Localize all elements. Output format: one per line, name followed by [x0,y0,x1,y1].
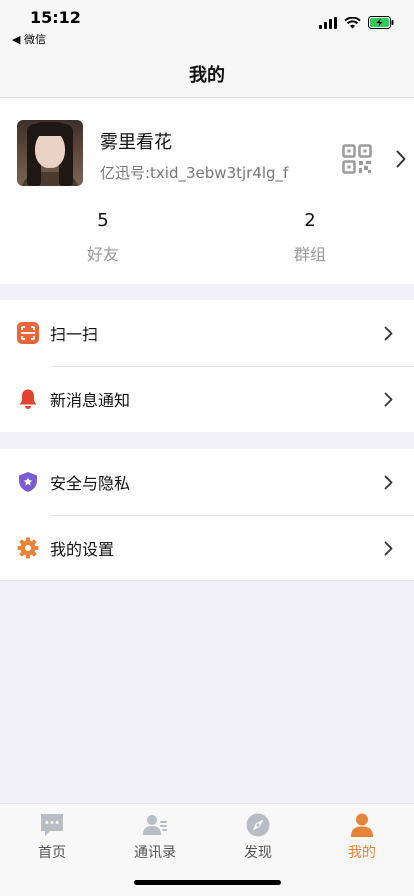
tab-home[interactable]: 首页 [12,812,92,862]
groups-label: 群组 [293,245,326,264]
friends-label: 好友 [86,245,119,264]
contacts-icon [143,815,167,835]
menu-item-scan[interactable]: 扫一扫 [0,300,414,366]
menu-label-settings: 我的设置 [50,540,115,559]
home-indicator [134,880,281,885]
menu-label-scan: 扫一扫 [50,325,99,344]
tab-discover-label: 发现 [244,845,272,861]
chat-icon [41,814,63,836]
profile-name: 雾里看花 [100,132,172,153]
tab-me[interactable]: 我的 [322,812,402,862]
tab-me-label: 我的 [348,845,376,861]
avatar[interactable] [17,120,83,186]
shield-icon [19,472,37,492]
chevron-right-icon[interactable] [396,150,406,168]
menu-label-security: 安全与隐私 [50,474,131,493]
chevron-right-icon [384,475,393,489]
menu-item-security[interactable]: 安全与隐私 [0,449,414,515]
menu-label-notifications: 新消息通知 [50,391,131,410]
profile-card[interactable]: 雾里看花 亿迅号:txid_3ebw3tjr4lg_f 5 好友 2 群组 [0,98,414,284]
tab-contacts-label: 通讯录 [134,845,176,861]
stat-groups[interactable]: 2 群组 [250,210,370,265]
tab-home-label: 首页 [38,845,66,861]
bell-icon [19,389,37,409]
back-to-wechat-link[interactable]: ◀ 微信 [12,31,46,47]
stat-friends[interactable]: 5 好友 [43,210,163,265]
menu-item-settings[interactable]: 我的设置 [0,515,414,581]
scan-icon [17,322,39,344]
status-icons [319,16,394,29]
battery-charging-icon [368,16,394,29]
groups-count: 2 [304,210,316,231]
person-icon [351,813,373,837]
compass-icon [246,813,270,837]
chevron-right-icon [384,326,393,340]
wifi-icon [344,16,361,28]
chevron-right-icon [384,392,393,406]
friends-count: 5 [97,210,109,231]
status-time: 15:12 [30,8,81,27]
page-title: 我的 [189,64,225,86]
chevron-right-icon [384,541,393,555]
menu-group-2: 安全与隐私 我的设置 [0,449,414,581]
qr-code-icon[interactable] [342,144,372,174]
nav-bar: 我的 [0,50,414,98]
signal-icon [319,16,337,29]
status-bar: 15:12 ◀ 微信 [0,0,414,50]
menu-item-notifications[interactable]: 新消息通知 [0,366,414,432]
gear-icon [17,537,39,559]
tab-contacts[interactable]: 通讯录 [115,812,195,862]
menu-group-1: 扫一扫 新消息通知 [0,300,414,432]
tab-discover[interactable]: 发现 [218,812,298,862]
profile-id: 亿迅号:txid_3ebw3tjr4lg_f [100,164,289,182]
